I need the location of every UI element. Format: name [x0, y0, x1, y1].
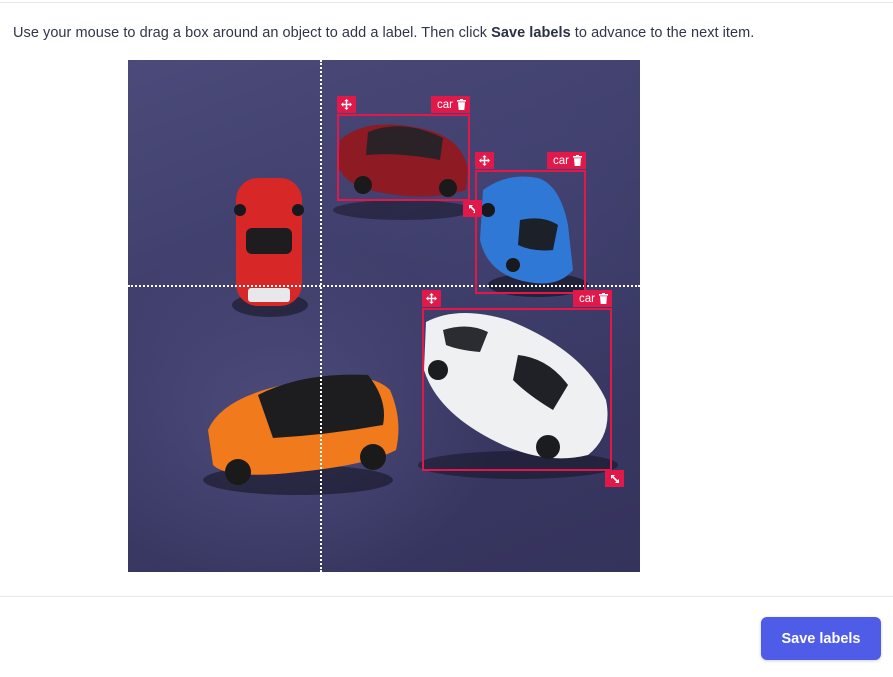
label-tag: car [573, 290, 612, 307]
instructions-prefix: Use your mouse to drag a box around an o… [13, 25, 492, 41]
label-text: car [553, 154, 569, 167]
bottom-divider [0, 596, 893, 597]
label-tag: car [431, 96, 470, 113]
bounding-box[interactable]: car [475, 152, 586, 294]
bounding-box[interactable]: car [337, 96, 482, 217]
crosshair-vertical [320, 60, 322, 572]
move-arrows-icon[interactable] [475, 152, 494, 169]
move-arrows-icon[interactable] [337, 96, 356, 113]
instructions-emphasis: Save labels [491, 25, 571, 41]
red-car [232, 178, 308, 317]
trash-icon[interactable] [599, 293, 608, 304]
labeling-canvas[interactable]: car car car [128, 60, 640, 572]
label-tag: car [547, 152, 586, 169]
instructions-text: Use your mouse to drag a box around an o… [13, 25, 754, 41]
save-labels-button[interactable]: Save labels [761, 617, 881, 660]
label-text: car [579, 292, 595, 305]
trash-icon[interactable] [573, 155, 582, 166]
orange-car [203, 374, 399, 495]
instructions-suffix: to advance to the next item. [570, 25, 755, 41]
top-divider [0, 2, 893, 3]
resize-diagonal-icon[interactable] [605, 470, 624, 487]
move-arrows-icon[interactable] [422, 290, 441, 307]
label-text: car [437, 98, 453, 111]
bounding-box[interactable]: car [422, 290, 624, 487]
trash-icon[interactable] [457, 99, 466, 110]
